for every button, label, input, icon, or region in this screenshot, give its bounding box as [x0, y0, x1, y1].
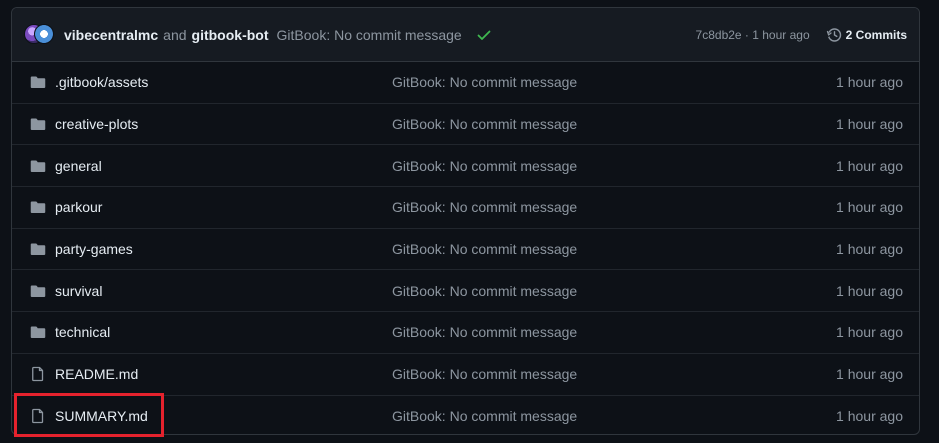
file-row[interactable]: survival GitBook: No commit message 1 hour…	[12, 270, 919, 313]
file-commit-message-link[interactable]: GitBook: No commit message	[392, 283, 577, 299]
folder-icon	[30, 116, 46, 132]
commit-author-link[interactable]: vibecentralmc	[64, 27, 158, 43]
commit-coauthor-link[interactable]: gitbook-bot	[192, 27, 269, 43]
file-row[interactable]: creative-plots GitBook: No commit message…	[12, 104, 919, 146]
folder-icon	[30, 324, 46, 340]
file-commit-message-link[interactable]: GitBook: No commit message	[392, 408, 577, 424]
file-commit-message-link[interactable]: GitBook: No commit message	[392, 199, 577, 215]
file-name-link[interactable]: creative-plots	[55, 116, 138, 132]
file-commit-message-link[interactable]: GitBook: No commit message	[392, 74, 577, 90]
commits-count-label: 2 Commits	[845, 27, 907, 42]
file-commit-time: 1 hour ago	[836, 199, 903, 216]
commit-message-link[interactable]: GitBook: No commit message	[277, 27, 462, 43]
file-icon	[30, 408, 46, 424]
file-name-link[interactable]: party-games	[55, 241, 133, 257]
file-commit-time: 1 hour ago	[836, 241, 903, 258]
file-commit-message-link[interactable]: GitBook: No commit message	[392, 241, 577, 257]
author-avatars[interactable]	[24, 23, 56, 46]
check-icon[interactable]	[476, 27, 492, 43]
file-row[interactable]: party-games GitBook: No commit message 1 h…	[12, 229, 919, 271]
file-commit-time: 1 hour ago	[836, 157, 903, 174]
folder-icon	[30, 158, 46, 174]
file-row[interactable]: parkour GitBook: No commit message 1 hour …	[12, 187, 919, 229]
file-icon	[30, 366, 46, 382]
file-browser: vibecentralmc and gitbook-bot GitBook: N…	[11, 7, 920, 435]
file-row[interactable]: general GitBook: No commit message 1 hour …	[12, 145, 919, 188]
file-commit-time: 1 hour ago	[836, 408, 903, 425]
file-name-link[interactable]: parkour	[55, 199, 102, 215]
file-commit-message-link[interactable]: GitBook: No commit message	[392, 366, 577, 382]
file-commit-message-link[interactable]: GitBook: No commit message	[392, 116, 577, 132]
file-name-link[interactable]: SUMMARY.md	[55, 408, 148, 424]
file-commit-time: 1 hour ago	[836, 324, 903, 341]
commit-hash-time[interactable]: 7c8db2e · 1 hour ago	[696, 28, 810, 42]
file-row[interactable]: SUMMARY.md GitBook: No commit message 1 ho…	[12, 396, 919, 435]
file-row[interactable]: technical GitBook: No commit message 1 hou…	[12, 312, 919, 354]
author-connector: and	[163, 26, 187, 43]
file-name-link[interactable]: .gitbook/assets	[55, 74, 148, 90]
history-icon	[825, 27, 841, 42]
file-commit-time: 1 hour ago	[836, 74, 903, 91]
file-row[interactable]: .gitbook/assets GitBook: No commit messag…	[12, 62, 919, 104]
file-name-link[interactable]: README.md	[55, 366, 138, 382]
folder-icon	[30, 283, 46, 299]
file-name-link[interactable]: general	[55, 158, 102, 174]
file-commit-time: 1 hour ago	[836, 366, 903, 383]
file-name-link[interactable]: technical	[55, 324, 110, 340]
folder-icon	[30, 199, 46, 215]
file-commit-time: 1 hour ago	[836, 116, 903, 133]
folder-icon	[30, 74, 46, 90]
commits-history-link[interactable]: 2 Commits	[825, 27, 907, 43]
file-name-link[interactable]: survival	[55, 283, 102, 299]
folder-icon	[30, 241, 46, 257]
file-row[interactable]: README.md GitBook: No commit message 1 hou…	[12, 354, 919, 396]
avatar[interactable]	[34, 23, 54, 44]
file-commit-message-link[interactable]: GitBook: No commit message	[392, 324, 577, 340]
file-commit-time: 1 hour ago	[836, 282, 903, 299]
file-list: .gitbook/assets GitBook: No commit messag…	[12, 62, 919, 435]
file-commit-message-link[interactable]: GitBook: No commit message	[392, 158, 577, 174]
latest-commit-bar: vibecentralmc and gitbook-bot GitBook: N…	[12, 8, 919, 62]
